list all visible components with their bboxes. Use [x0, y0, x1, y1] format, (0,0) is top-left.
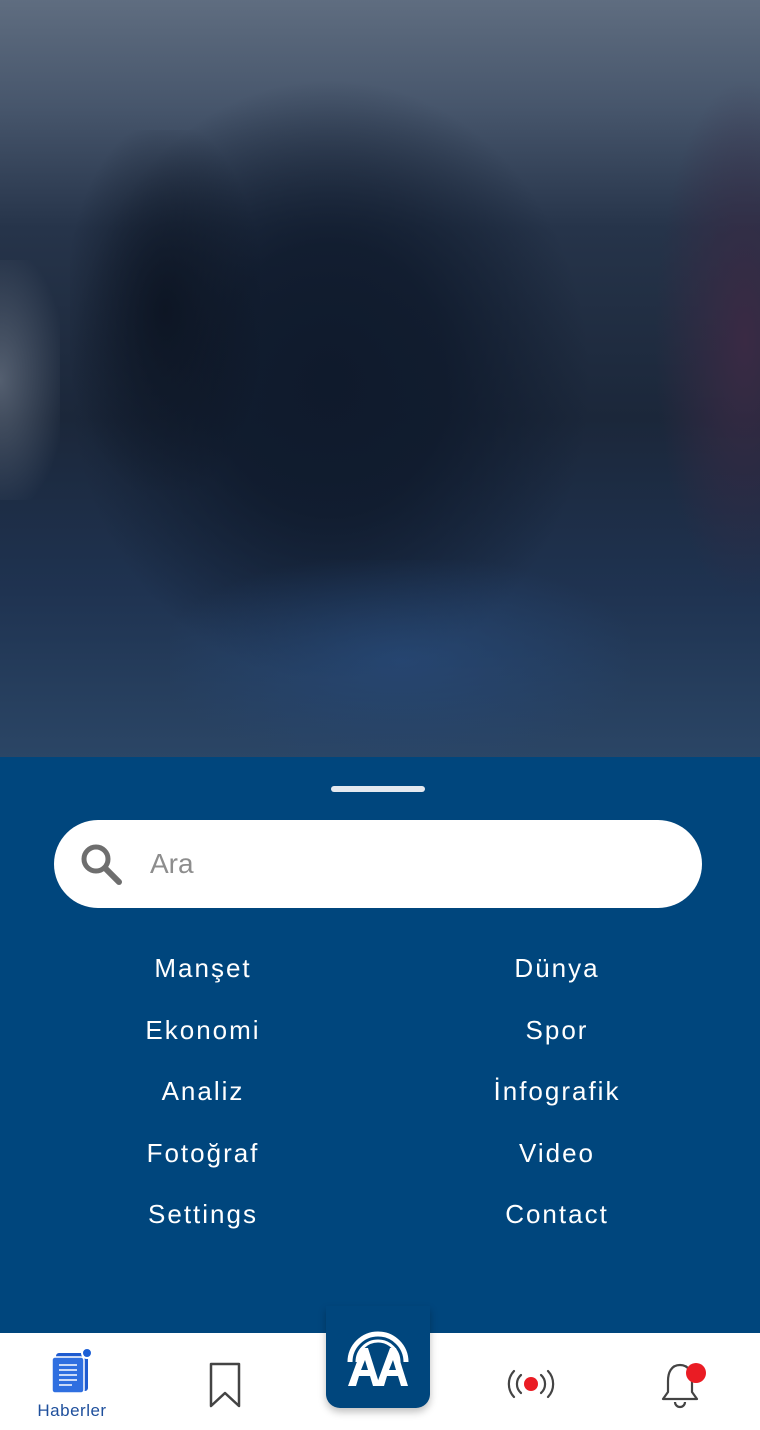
notification-badge [686, 1363, 706, 1383]
aa-home-button[interactable] [326, 1306, 430, 1408]
menu-item-spor[interactable]: Spor [380, 999, 734, 1061]
menu-item-ekonomi[interactable]: Ekonomi [26, 999, 380, 1061]
menu-item-infografik[interactable]: İnfografik [380, 1060, 734, 1122]
bookmark-icon [209, 1362, 241, 1408]
category-menu: Manşet Dünya Ekonomi Spor Analiz İnfogra… [26, 937, 734, 1245]
sheet-drag-handle[interactable] [331, 786, 425, 792]
tab-notifications[interactable] [656, 1333, 712, 1430]
menu-item-analiz[interactable]: Analiz [26, 1060, 380, 1122]
menu-item-video[interactable]: Video [380, 1122, 734, 1184]
tab-saved[interactable] [200, 1333, 250, 1430]
menu-item-contact[interactable]: Contact [380, 1183, 734, 1245]
menu-item-dunya[interactable]: Dünya [380, 937, 734, 999]
aa-logo-icon [347, 1331, 409, 1386]
news-indicator-dot [81, 1347, 93, 1359]
background-photo [0, 0, 760, 760]
tab-live[interactable] [505, 1333, 557, 1430]
search-bar[interactable] [54, 820, 702, 908]
background-light [0, 260, 60, 500]
menu-item-settings[interactable]: Settings [26, 1183, 380, 1245]
menu-item-fotograf[interactable]: Fotoğraf [26, 1122, 380, 1184]
search-icon [81, 844, 122, 885]
tab-news-label: Haberler [37, 1401, 107, 1420]
live-broadcast-icon [507, 1369, 555, 1399]
menu-item-manset[interactable]: Manşet [26, 937, 380, 999]
tab-news[interactable]: Haberler [14, 1333, 130, 1430]
search-input[interactable] [150, 840, 670, 888]
menu-sheet: Manşet Dünya Ekonomi Spor Analiz İnfogra… [0, 757, 760, 1333]
